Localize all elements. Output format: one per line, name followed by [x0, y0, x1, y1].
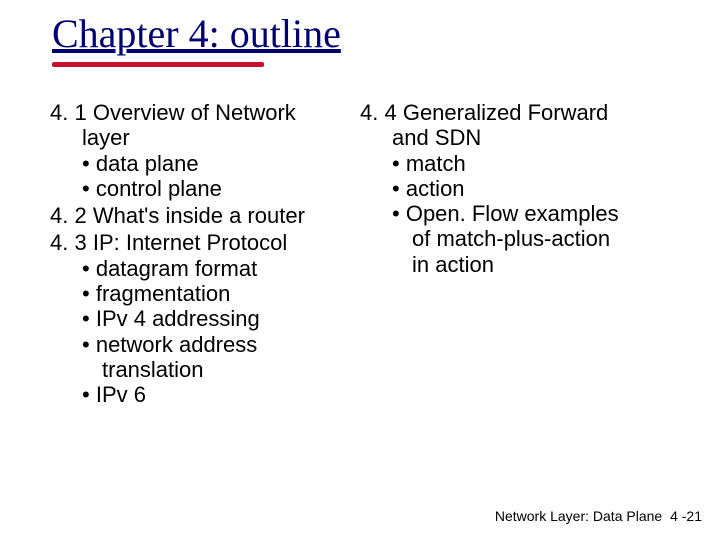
section-number: 4. 4: [360, 100, 397, 125]
bullet-item: match: [360, 151, 670, 176]
section-number: 4. 3: [50, 230, 87, 255]
section-4-3: 4. 3 IP: Internet Protocol datagram form…: [50, 230, 350, 407]
slide-footer: Network Layer: Data Plane 4 -21: [495, 508, 702, 524]
bullet-item: fragmentation: [50, 281, 350, 306]
section-4-1: 4. 1 Overview of Network layer data plan…: [50, 100, 350, 201]
bullet-item: datagram format: [50, 256, 350, 281]
bullet-cont: of match-plus-action: [360, 226, 670, 251]
bullet-item: IPv 6: [50, 382, 350, 407]
section-4-4: 4. 4 Generalized Forward and SDN match a…: [360, 100, 670, 277]
content-columns: 4. 1 Overview of Network layer data plan…: [50, 100, 690, 410]
slide-title: Chapter 4: outline: [52, 10, 341, 57]
bullet-text: match: [392, 151, 466, 176]
footer-page-number: 4 -21: [670, 508, 702, 524]
section-heading-text: What's inside a router: [93, 203, 305, 228]
section-heading: 4. 1 Overview of Network: [50, 100, 350, 125]
section-heading-cont: layer: [50, 125, 350, 150]
bullet-text: data plane: [82, 151, 199, 176]
bullet-text: fragmentation: [82, 281, 230, 306]
section-number: 4. 2: [50, 203, 87, 228]
bullet-item: IPv 4 addressing: [50, 306, 350, 331]
section-4-2: 4. 2 What's inside a router: [50, 203, 350, 228]
bullet-item: Open. Flow examples: [360, 201, 670, 226]
bullet-text: datagram format: [82, 256, 257, 281]
section-number: 4. 1: [50, 100, 87, 125]
section-heading: 4. 2 What's inside a router: [50, 203, 350, 228]
bullet-text: control plane: [82, 176, 222, 201]
left-column: 4. 1 Overview of Network layer data plan…: [50, 100, 350, 410]
bullet-item: action: [360, 176, 670, 201]
footer-label: Network Layer: Data Plane: [495, 508, 662, 524]
right-column: 4. 4 Generalized Forward and SDN match a…: [360, 100, 670, 410]
bullet-item: data plane: [50, 151, 350, 176]
bullet-item: control plane: [50, 176, 350, 201]
bullet-cont: in action: [360, 252, 670, 277]
bullet-text: action: [392, 176, 465, 201]
section-heading-text: IP: Internet Protocol: [93, 230, 287, 255]
section-heading: 4. 4 Generalized Forward: [360, 100, 670, 125]
section-heading-text: Overview of Network: [93, 100, 296, 125]
bullet-text: IPv 4 addressing: [82, 306, 260, 331]
section-heading-text: Generalized Forward: [403, 100, 608, 125]
bullet-text: network address: [82, 332, 257, 357]
slide: Chapter 4: outline 4. 1 Overview of Netw…: [0, 0, 720, 540]
section-heading: 4. 3 IP: Internet Protocol: [50, 230, 350, 255]
bullet-text: IPv 6: [82, 382, 146, 407]
title-red-underline: [52, 62, 264, 67]
bullet-text: Open. Flow examples: [392, 201, 619, 226]
bullet-cont: translation: [50, 357, 350, 382]
bullet-item: network address: [50, 332, 350, 357]
section-heading-cont: and SDN: [360, 125, 670, 150]
